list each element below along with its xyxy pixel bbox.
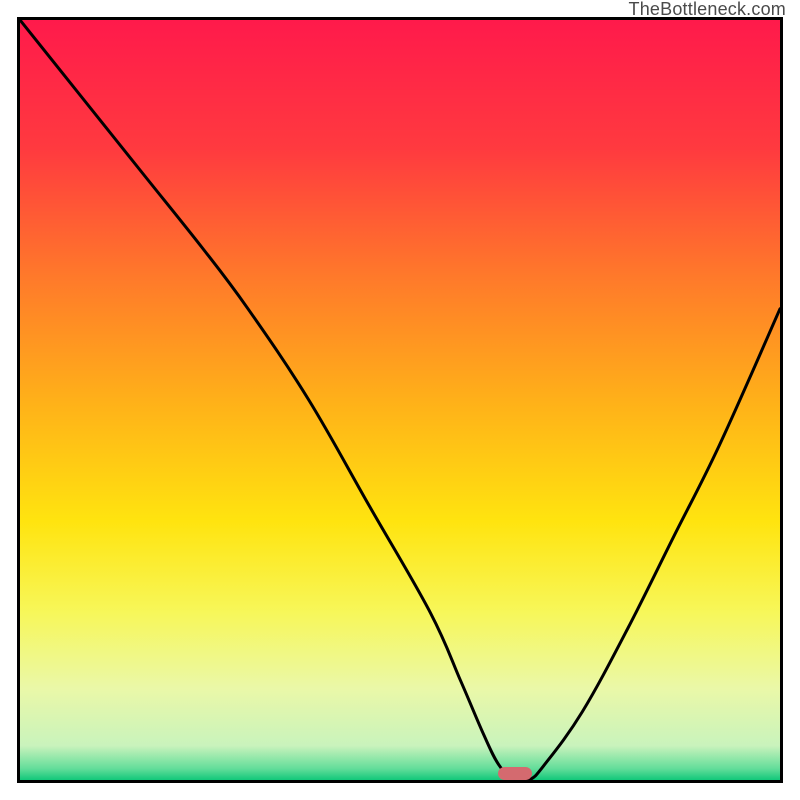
bottleneck-chart: TheBottleneck.com	[0, 0, 800, 800]
gradient-background	[20, 20, 780, 780]
chart-svg	[20, 20, 780, 780]
optimal-marker	[498, 767, 532, 780]
plot-area	[17, 17, 783, 783]
